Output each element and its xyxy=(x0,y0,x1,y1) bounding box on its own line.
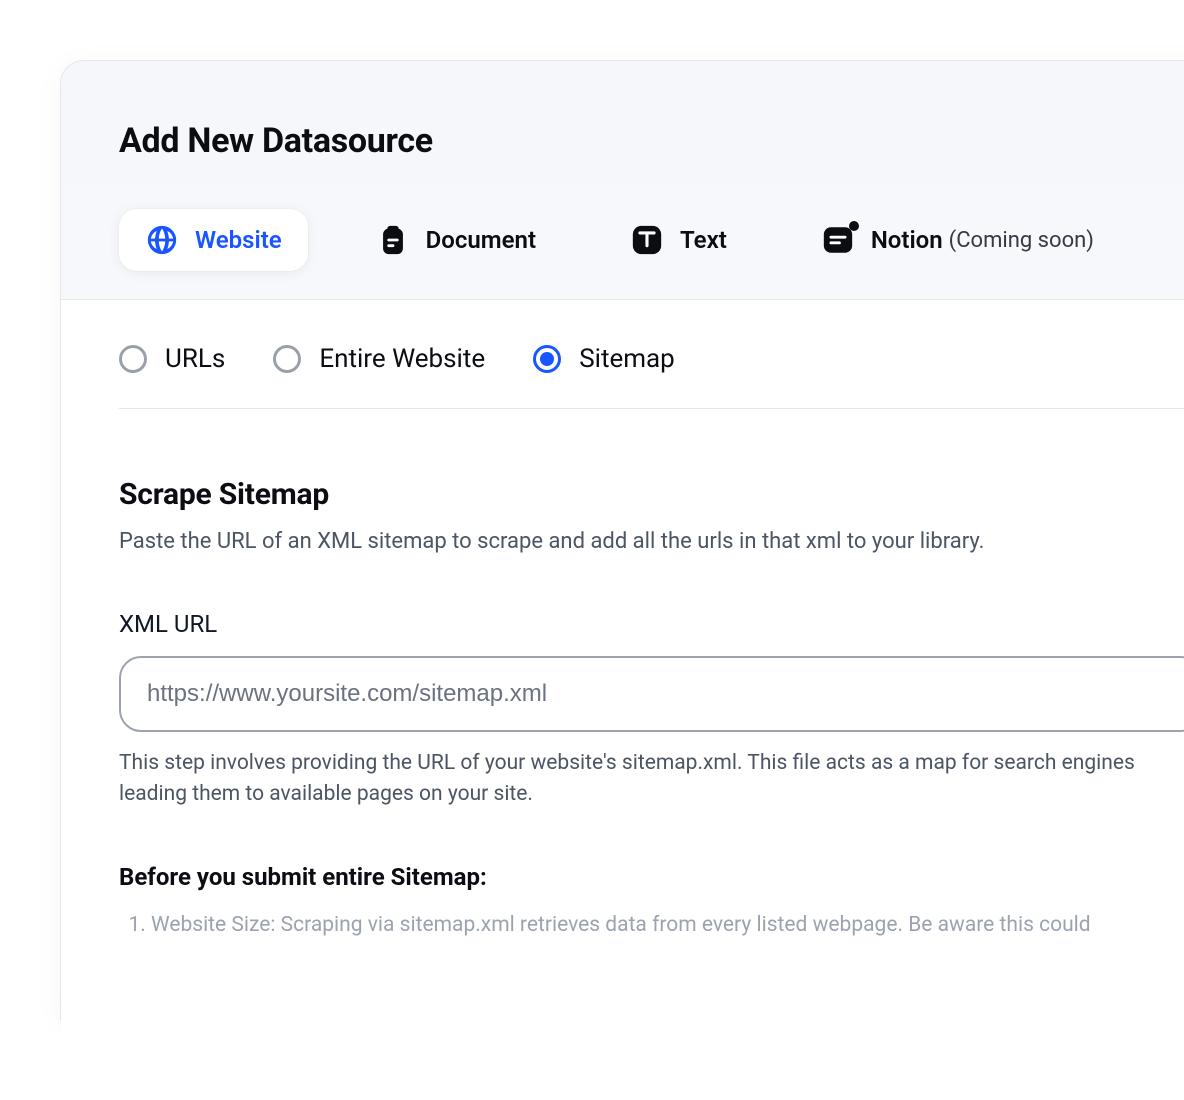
tab-suffix: (Coming soon) xyxy=(949,228,1094,253)
tab-label: Document xyxy=(426,226,536,254)
radio-circle-icon xyxy=(533,345,561,373)
page-title: Add New Datasource xyxy=(119,121,1184,161)
notion-icon xyxy=(821,223,855,257)
website-mode-radios: URLs Entire Website Sitemap xyxy=(119,344,1184,408)
divider xyxy=(119,408,1184,409)
tab-label: Notion xyxy=(871,226,943,254)
radio-circle-icon xyxy=(119,345,147,373)
tab-notion[interactable]: Notion (Coming soon) xyxy=(795,209,1120,271)
radio-urls[interactable]: URLs xyxy=(119,344,225,374)
globe-icon xyxy=(145,223,179,257)
datasource-tabs: Website Document xyxy=(119,209,1184,299)
xml-url-help: This step involves providing the URL of … xyxy=(119,748,1184,811)
tab-website[interactable]: Website xyxy=(119,209,308,271)
radio-label: Sitemap xyxy=(579,344,675,374)
content-area: URLs Entire Website Sitemap Scrape Sitem… xyxy=(61,300,1184,1100)
section-title: Scrape Sitemap xyxy=(119,477,1184,512)
radio-sitemap[interactable]: Sitemap xyxy=(533,344,675,374)
tab-document[interactable]: Document xyxy=(350,209,562,271)
warning-title: Before you submit entire Sitemap: xyxy=(119,863,1184,891)
tab-label: Text xyxy=(680,226,727,254)
radio-circle-icon xyxy=(273,345,301,373)
tab-label: Website xyxy=(195,226,282,254)
tab-text[interactable]: Text xyxy=(604,209,753,271)
card-inner: Add New Datasource Website xyxy=(61,61,1184,1100)
card-container: Add New Datasource Website xyxy=(60,60,1184,1020)
radio-label: Entire Website xyxy=(319,344,485,374)
radio-label: URLs xyxy=(165,344,225,374)
xml-url-input[interactable] xyxy=(119,656,1184,732)
xml-url-label: XML URL xyxy=(119,610,1184,638)
section-description: Paste the URL of an XML sitemap to scrap… xyxy=(119,526,1184,558)
text-icon xyxy=(630,223,664,257)
warning-item: Website Size: Scraping via sitemap.xml r… xyxy=(151,909,1184,942)
radio-entire-website[interactable]: Entire Website xyxy=(273,344,485,374)
warning-list: Website Size: Scraping via sitemap.xml r… xyxy=(119,909,1184,942)
clipboard-icon xyxy=(376,223,410,257)
